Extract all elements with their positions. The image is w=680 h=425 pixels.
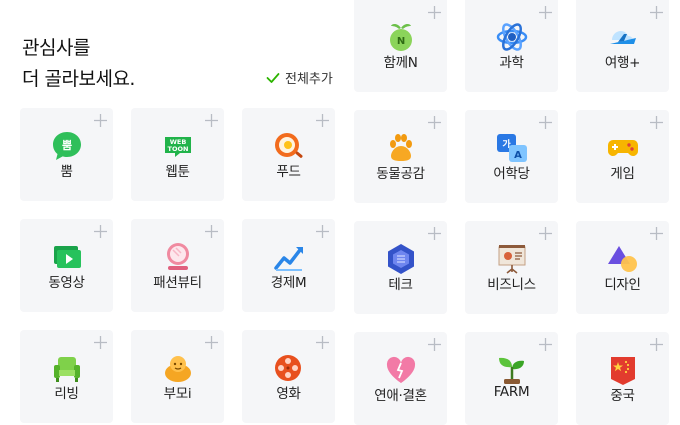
topic-label: 뿜 (60, 163, 73, 180)
topic-card-china[interactable]: 중국 (576, 332, 669, 425)
seedling-icon (498, 357, 524, 384)
plus-icon (428, 6, 441, 19)
heart-icon (386, 356, 415, 383)
plus-icon (539, 6, 552, 19)
check-icon (266, 72, 280, 83)
topic-label: 영화 (276, 385, 301, 402)
topic-label: 웹툰 (165, 163, 190, 180)
baby-icon (164, 355, 191, 382)
plus-icon (428, 116, 441, 129)
topic-card-video[interactable]: 동영상 (20, 219, 113, 312)
topic-card-parents[interactable]: 부모i (131, 330, 224, 423)
topic-card-business[interactable]: 비즈니스 (465, 221, 558, 314)
topic-label: 경제M (270, 274, 307, 291)
china-flag-icon (610, 356, 635, 385)
svg-text:TOON: TOON (167, 145, 188, 153)
add-all-label: 전체추가 (285, 72, 333, 87)
svg-text:뿜: 뿜 (61, 138, 71, 152)
topic-label: 연애·결혼 (374, 387, 427, 404)
topic-label: 중국 (610, 387, 635, 404)
plus-icon (539, 116, 552, 129)
shapes-icon (607, 245, 637, 272)
topic-label: 어학당 (493, 165, 530, 182)
plus-icon (650, 116, 663, 129)
plus-icon (205, 225, 218, 238)
topic-label: 함께N (383, 54, 418, 71)
topic-card-farm[interactable]: FARM (465, 332, 558, 425)
topic-card-travel[interactable]: 여행+ (576, 0, 669, 92)
trend-chart-icon (273, 246, 303, 271)
plus-icon (94, 336, 107, 349)
topic-card-science[interactable]: 과학 (465, 0, 558, 92)
topic-label: 여행+ (604, 54, 641, 71)
plus-icon (428, 227, 441, 240)
gamepad-icon (607, 139, 638, 156)
topic-card-movie[interactable]: 영화 (242, 330, 335, 423)
topic-label: 리빙 (54, 385, 79, 402)
topic-card-economy[interactable]: 경제M (242, 219, 335, 312)
plus-icon (428, 338, 441, 351)
plus-icon (205, 336, 218, 349)
topic-label: 디자인 (604, 276, 641, 293)
armchair-icon (53, 356, 80, 382)
plus-icon (650, 227, 663, 240)
bbum-speech-bubble-icon: 뿜 (52, 131, 81, 160)
topic-card-animals[interactable]: 동물공감 (354, 110, 447, 203)
topic-card-webtoon[interactable]: WEB TOON 웹툰 (131, 108, 224, 201)
heading-line-1: 관심사를 (22, 37, 90, 59)
svg-text:A: A (514, 150, 522, 161)
topic-card-bbum[interactable]: 뿜 뿜 (20, 108, 113, 201)
atom-icon (496, 22, 527, 51)
plus-icon (316, 114, 329, 127)
topic-label: 부모i (163, 385, 192, 402)
webtoon-logo-icon: WEB TOON (164, 136, 191, 157)
plus-icon (94, 114, 107, 127)
topic-card-design[interactable]: 디자인 (576, 221, 669, 314)
paw-icon (389, 133, 412, 161)
topic-card-game[interactable]: 게임 (576, 110, 669, 203)
topic-label: 동영상 (48, 274, 85, 291)
topic-card-tech[interactable]: 테크 (354, 221, 447, 314)
frying-pan-egg-icon (274, 132, 303, 158)
film-reel-icon (274, 354, 301, 381)
topic-label: 과학 (499, 54, 524, 71)
plus-icon (94, 225, 107, 238)
page-heading: 관심사를 더 골라보세요. (22, 33, 135, 95)
topic-label: 게임 (610, 165, 635, 182)
language-icon: 가 A (496, 133, 527, 162)
topic-card-romance[interactable]: 연애·결혼 (354, 332, 447, 425)
plus-icon (650, 338, 663, 351)
sprout-character-icon: N (389, 23, 412, 51)
topic-card-living[interactable]: 리빙 (20, 330, 113, 423)
mirror-icon (166, 242, 189, 270)
add-all-button[interactable]: 전체추가 (266, 68, 333, 87)
plus-icon (650, 6, 663, 19)
topic-card-language[interactable]: 가 A 어학당 (465, 110, 558, 203)
airplane-icon (609, 30, 636, 44)
chip-icon (387, 243, 414, 274)
topic-label: 테크 (388, 276, 413, 293)
topic-label: 비즈니스 (487, 276, 536, 293)
heading-line-2: 더 골라보세요. (22, 68, 135, 90)
topic-card-food[interactable]: 푸드 (242, 108, 335, 201)
topic-card-fashion[interactable]: 패션뷰티 (131, 219, 224, 312)
topic-label: FARM (493, 383, 530, 400)
topic-card-together[interactable]: N 함께N (354, 0, 447, 92)
topic-label: 패션뷰티 (153, 274, 202, 291)
plus-icon (539, 227, 552, 240)
plus-icon (316, 336, 329, 349)
plus-icon (539, 338, 552, 351)
plus-icon (205, 114, 218, 127)
presentation-board-icon (498, 244, 525, 274)
video-play-icon (53, 245, 81, 268)
plus-icon (316, 225, 329, 238)
topic-label: 푸드 (276, 163, 301, 180)
topic-label: 동물공감 (376, 165, 425, 182)
svg-text:N: N (396, 36, 404, 47)
